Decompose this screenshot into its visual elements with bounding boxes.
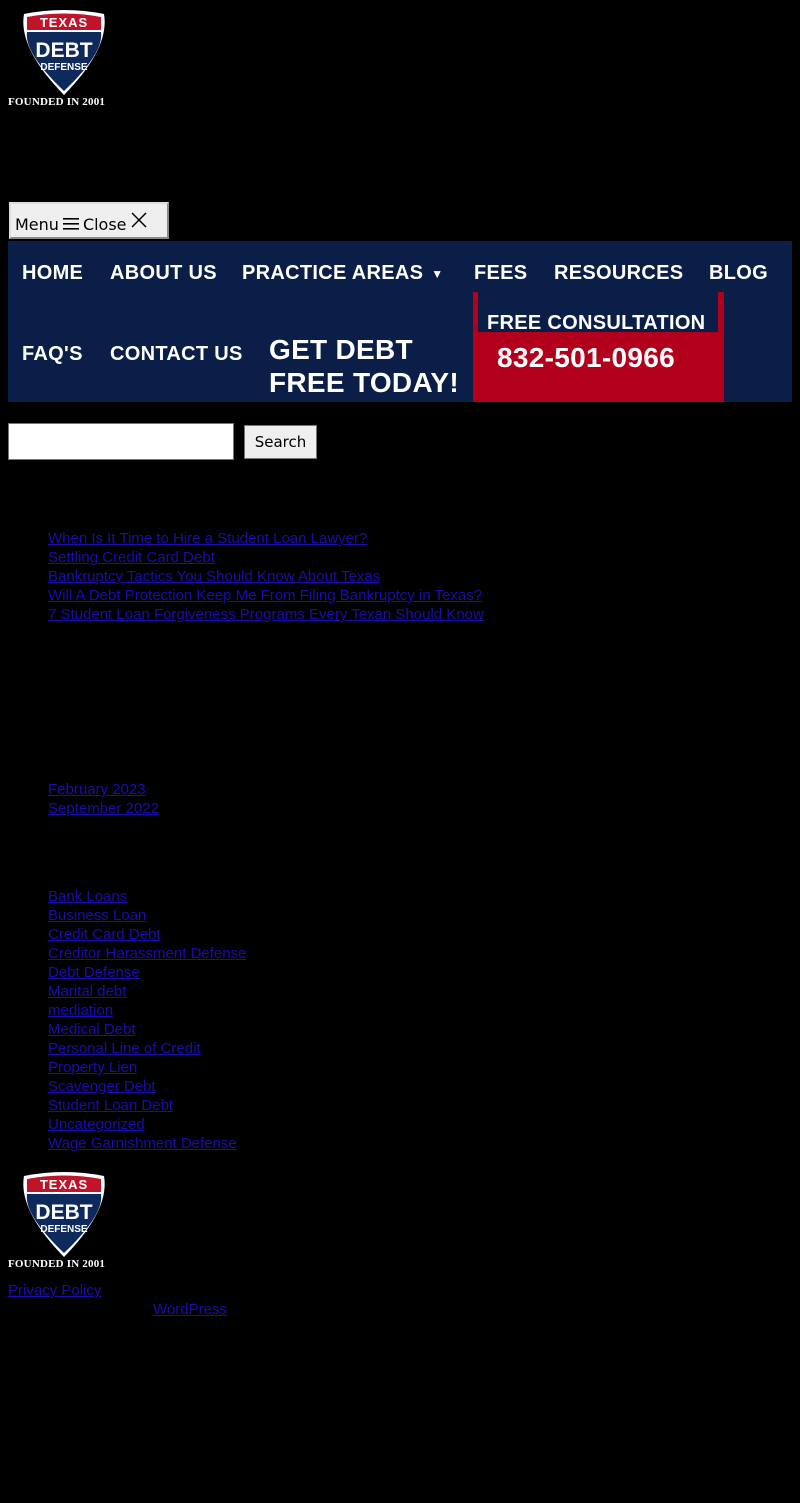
free-consultation-label: FREE CONSULTATION — [487, 312, 706, 334]
close-icon — [127, 211, 151, 237]
list-item: February 2023 — [48, 780, 159, 799]
category-link[interactable]: Credit Card Debt — [48, 926, 161, 943]
recent-post-link[interactable]: Will A Debt Protection Keep Me From Fili… — [48, 587, 482, 604]
category-link[interactable]: Property Lien — [48, 1059, 137, 1076]
nav-practice-areas[interactable]: PRACTICE AREAS ▼ — [242, 262, 443, 285]
category-link[interactable]: mediation — [48, 1002, 113, 1019]
privacy-policy-link[interactable]: Privacy Policy — [8, 1281, 101, 1300]
close-label: Close — [82, 215, 127, 234]
list-item: Marital debt — [48, 982, 246, 1001]
list-item: September 2022 — [48, 799, 159, 818]
list-item: Personal Line of Credit — [48, 1039, 246, 1058]
nav-blog[interactable]: BLOG — [709, 262, 768, 285]
svg-text:DEFENSE: DEFENSE — [40, 1224, 88, 1235]
footer-logo[interactable]: TEXAS DEBT DEFENSE FOUNDED IN 2001 — [8, 1170, 122, 1270]
category-link[interactable]: Debt Defense — [48, 964, 140, 981]
menu-toggle-button[interactable]: Menu Close — [9, 202, 169, 239]
texas-debt-defense-shield-logo: TEXAS DEBT DEFENSE — [23, 1172, 105, 1257]
cta-headline-line1: GET DEBT — [269, 334, 413, 365]
search-button[interactable]: Search — [244, 425, 317, 459]
category-link[interactable]: Marital debt — [48, 983, 126, 1000]
dropdown-caret-icon: ▼ — [431, 266, 444, 281]
categories-list: Bank Loans Business Loan Credit Card Deb… — [48, 887, 246, 1153]
list-item: When Is It Time to Hire a Student Loan L… — [48, 529, 484, 548]
category-link[interactable]: Medical Debt — [48, 1021, 136, 1038]
wordpress-link[interactable]: WordPress — [153, 1300, 227, 1319]
list-item: Property Lien — [48, 1058, 246, 1077]
list-item: Credit Card Debt — [48, 925, 246, 944]
svg-text:DEBT: DEBT — [35, 1201, 92, 1224]
nav-home[interactable]: HOME — [22, 262, 83, 285]
list-item: Uncategorized — [48, 1115, 246, 1134]
category-link[interactable]: Scavenger Debt — [48, 1078, 156, 1095]
category-link[interactable]: Bank Loans — [48, 888, 127, 905]
search-input[interactable] — [8, 423, 234, 460]
nav-faqs[interactable]: FAQ'S — [22, 343, 83, 366]
list-item: Wage Garnishment Defense — [48, 1134, 246, 1153]
category-link[interactable]: Creditor Harassment Defense — [48, 945, 246, 962]
nav-resources[interactable]: RESOURCES — [554, 262, 683, 285]
svg-text:DEFENSE: DEFENSE — [40, 62, 88, 73]
list-item: Bankruptcy Tactics You Should Know About… — [48, 567, 484, 586]
svg-text:DEBT: DEBT — [35, 39, 92, 62]
list-item: Medical Debt — [48, 1020, 246, 1039]
category-link[interactable]: Business Loan — [48, 907, 146, 924]
free-consultation-box[interactable]: FREE CONSULTATION 832-501-0966 — [473, 292, 724, 402]
nav-about-us[interactable]: ABOUT US — [110, 262, 217, 285]
list-item: Debt Defense — [48, 963, 246, 982]
phone-number-link[interactable]: 832-501-0966 — [497, 342, 675, 374]
category-link[interactable]: Personal Line of Credit — [48, 1040, 201, 1057]
recent-post-link[interactable]: When Is It Time to Hire a Student Loan L… — [48, 530, 367, 547]
category-link[interactable]: Wage Garnishment Defense — [48, 1135, 237, 1152]
cta-headline-line2: FREE TODAY! — [269, 367, 460, 398]
archives-list: February 2023 September 2022 — [48, 780, 159, 818]
hamburger-icon — [59, 217, 83, 237]
archive-link[interactable]: September 2022 — [48, 800, 159, 817]
texas-debt-defense-shield-logo: TEXAS DEBT DEFENSE — [23, 10, 105, 95]
list-item: Creditor Harassment Defense — [48, 944, 246, 963]
list-item: Student Loan Debt — [48, 1096, 246, 1115]
archive-link[interactable]: February 2023 — [48, 781, 146, 798]
nav-contact-us[interactable]: CONTACT US — [110, 343, 243, 366]
primary-navigation: HOME ABOUT US PRACTICE AREAS ▼ FEES RESOU… — [8, 241, 792, 402]
recent-post-link[interactable]: 7 Student Loan Forgiveness Programs Ever… — [48, 606, 484, 623]
nav-practice-areas-label: PRACTICE AREAS — [242, 262, 424, 284]
recent-post-link[interactable]: Settling Credit Card Debt — [48, 549, 215, 566]
logo-tagline: FOUNDED IN 2001 — [8, 96, 106, 108]
site-logo[interactable]: TEXAS DEBT DEFENSE FOUNDED IN 2001 — [8, 8, 122, 108]
list-item: Business Loan — [48, 906, 246, 925]
svg-text:TEXAS: TEXAS — [40, 15, 88, 30]
cta-headline: GET DEBT FREE TODAY! — [269, 333, 459, 399]
nav-fees[interactable]: FEES — [474, 262, 527, 285]
svg-text:TEXAS: TEXAS — [40, 1177, 88, 1192]
list-item: Settling Credit Card Debt — [48, 548, 484, 567]
category-link[interactable]: Uncategorized — [48, 1116, 145, 1133]
logo-tagline: FOUNDED IN 2001 — [8, 1258, 106, 1270]
recent-posts-list: When Is It Time to Hire a Student Loan L… — [48, 529, 484, 624]
menu-label: Menu — [15, 215, 59, 234]
list-item: Bank Loans — [48, 887, 246, 906]
list-item: Scavenger Debt — [48, 1077, 246, 1096]
category-link[interactable]: Student Loan Debt — [48, 1097, 173, 1114]
list-item: mediation — [48, 1001, 246, 1020]
list-item: 7 Student Loan Forgiveness Programs Ever… — [48, 605, 484, 624]
recent-post-link[interactable]: Bankruptcy Tactics You Should Know About… — [48, 568, 380, 585]
list-item: Will A Debt Protection Keep Me From Fili… — [48, 586, 484, 605]
